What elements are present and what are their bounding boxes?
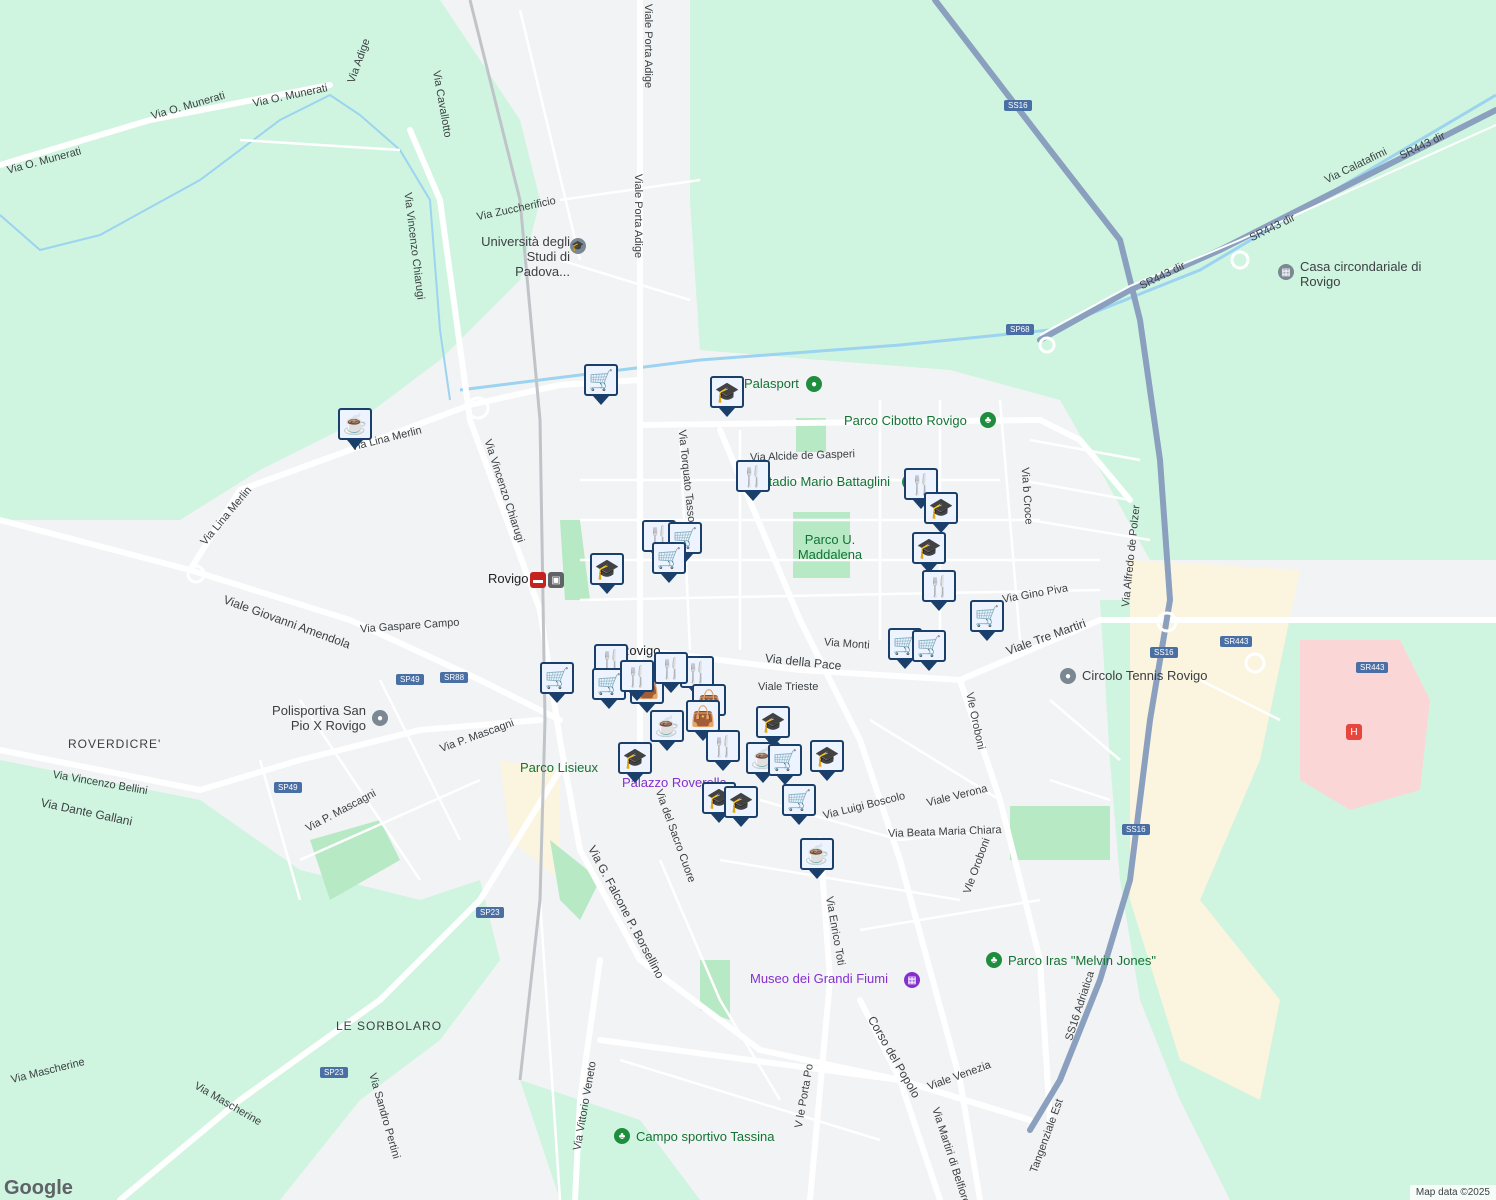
- road-shield: SP49: [396, 674, 424, 685]
- place-parco-iras[interactable]: Parco Iras "Melvin Jones": [1008, 953, 1156, 968]
- map-marker-cart[interactable]: 🛒: [584, 364, 620, 406]
- train-station-icon: ▬: [530, 572, 546, 588]
- fork-knife-icon: 🍴: [926, 575, 952, 598]
- map-marker-cart[interactable]: 🛒: [970, 600, 1006, 642]
- tree-icon: ♣: [980, 412, 996, 428]
- shopping-cart-icon: 🛒: [916, 635, 942, 658]
- map-attribution[interactable]: Map data ©2025: [1409, 1185, 1496, 1200]
- road-shield: SP23: [320, 1067, 348, 1078]
- road-shield: SR443: [1356, 662, 1389, 673]
- tennis-icon: ●: [1060, 668, 1076, 684]
- map-marker-cart[interactable]: 🛒: [652, 542, 688, 584]
- map-marker-cart[interactable]: 🛒: [912, 630, 948, 672]
- road-shield: SR443: [1220, 636, 1253, 647]
- map-marker-cart[interactable]: 🛒: [540, 662, 576, 704]
- coffee-cup-icon: ☕: [342, 413, 368, 436]
- school-icon: 🎓: [570, 238, 586, 254]
- coffee-cup-icon: ☕: [654, 715, 680, 738]
- place-polisportiva[interactable]: Polisportiva San Pio X Rovigo: [262, 703, 366, 733]
- stadium-icon: ●: [806, 376, 822, 392]
- graduation-cap-icon: 🎓: [622, 747, 648, 770]
- fork-knife-icon: 🍴: [710, 735, 736, 758]
- map-marker-school[interactable]: 🎓: [912, 532, 948, 574]
- google-logo: Google: [4, 1177, 73, 1199]
- road-shield: SP68: [1006, 324, 1034, 335]
- place-campo-tassina[interactable]: Campo sportivo Tassina: [636, 1129, 775, 1144]
- bus-icon: ▣: [548, 572, 564, 588]
- road-shield: SS16: [1150, 647, 1178, 658]
- place-circolo-tennis[interactable]: Circolo Tennis Rovigo: [1082, 668, 1208, 683]
- place-le-sorbolaro: LE SORBOLARO: [336, 1019, 443, 1033]
- coffee-cup-icon: ☕: [804, 843, 830, 866]
- shopping-cart-icon: 🛒: [544, 667, 570, 690]
- shopping-bag-icon: 👜: [690, 705, 716, 728]
- place-parco-maddalena[interactable]: Parco U. Maddalena: [795, 532, 865, 562]
- map-marker-fork[interactable]: 🍴: [706, 730, 742, 772]
- road-shield: SR88: [440, 672, 469, 683]
- map-marker-school[interactable]: 🎓: [924, 492, 960, 534]
- map-marker-fork[interactable]: 🍴: [736, 460, 772, 502]
- place-roverdicre: ROVERDICRE': [68, 737, 162, 751]
- shopping-cart-icon: 🛒: [974, 605, 1000, 628]
- map-marker-fork[interactable]: 🍴: [654, 652, 690, 694]
- sports-icon: ●: [372, 710, 388, 726]
- prison-icon: ▦: [1278, 264, 1294, 280]
- shopping-cart-icon: 🛒: [786, 789, 812, 812]
- map-marker-cart[interactable]: 🛒: [768, 744, 804, 786]
- fork-knife-icon: 🍴: [740, 465, 766, 488]
- graduation-cap-icon: 🎓: [928, 497, 954, 520]
- street-label: Viale Porta Adige: [642, 3, 655, 89]
- map-marker-school[interactable]: 🎓: [710, 376, 746, 418]
- map-marker-school[interactable]: 🎓: [810, 740, 846, 782]
- graduation-cap-icon: 🎓: [714, 381, 740, 404]
- place-parco-cibotto[interactable]: Parco Cibotto Rovigo: [844, 413, 967, 428]
- map-marker-fork[interactable]: 🍴: [620, 660, 656, 702]
- map-marker-fork[interactable]: 🍴: [922, 570, 958, 612]
- map-marker-school[interactable]: 🎓: [590, 553, 626, 595]
- street-label: Viale Trieste: [758, 681, 819, 693]
- shopping-cart-icon: 🛒: [772, 749, 798, 772]
- road-shield: SP23: [476, 907, 504, 918]
- map-marker-cart[interactable]: 🛒: [782, 784, 818, 826]
- graduation-cap-icon: 🎓: [728, 791, 754, 814]
- map-canvas[interactable]: Via O. Munerati Via O. Munerati Via O. M…: [0, 0, 1496, 1200]
- graduation-cap-icon: 🎓: [916, 537, 942, 560]
- map-marker-cup[interactable]: ☕: [800, 838, 836, 880]
- graduation-cap-icon: 🎓: [760, 711, 786, 734]
- map-marker-school[interactable]: 🎓: [618, 742, 654, 784]
- shopping-cart-icon: 🛒: [588, 369, 614, 392]
- road-shield: SP49: [274, 782, 302, 793]
- fork-knife-icon: 🍴: [624, 665, 650, 688]
- tree-icon: ♣: [986, 952, 1002, 968]
- road-shield: SS16: [1122, 824, 1150, 835]
- street-label: Viale Porta Adige: [632, 173, 645, 259]
- shopping-cart-icon: 🛒: [656, 547, 682, 570]
- place-stadio[interactable]: Stadio Mario Battaglini: [760, 474, 890, 489]
- map-marker-cup[interactable]: ☕: [650, 710, 686, 752]
- place-universita[interactable]: Università degli Studi di Padova...: [470, 234, 570, 279]
- hospital-icon: H: [1346, 724, 1362, 740]
- fork-knife-icon: 🍴: [658, 657, 684, 680]
- graduation-cap-icon: 🎓: [594, 558, 620, 581]
- map-marker-school[interactable]: 🎓: [724, 786, 760, 828]
- place-parco-lisieux[interactable]: Parco Lisieux: [520, 760, 598, 775]
- road-shield: SS16: [1004, 100, 1032, 111]
- museum-icon: ▦: [904, 972, 920, 988]
- graduation-cap-icon: 🎓: [814, 745, 840, 768]
- place-museo[interactable]: Museo dei Grandi Fiumi: [750, 971, 888, 986]
- place-palasport[interactable]: Palasport: [744, 376, 799, 391]
- place-rovigo-station[interactable]: Rovigo: [488, 571, 528, 586]
- tree-icon: ♣: [614, 1128, 630, 1144]
- shopping-cart-icon: 🛒: [596, 673, 622, 696]
- map-marker-cup[interactable]: ☕: [338, 408, 374, 450]
- place-casa-circondariale[interactable]: Casa circondariale di Rovigo: [1300, 259, 1440, 289]
